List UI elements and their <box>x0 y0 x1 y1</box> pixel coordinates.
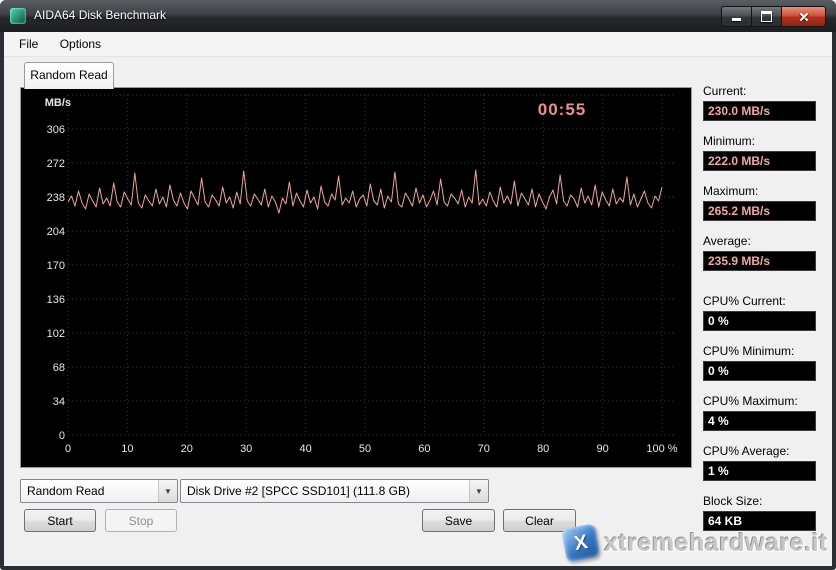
stat-cpu-current: CPU% Current: 0 % <box>703 294 816 331</box>
chart-canvas: 0 34 68 102 136 170 204 238 272 306 0 10 20 30 40 50 60 7… <box>21 88 691 467</box>
tab-random-read[interactable]: Random Read <box>24 62 114 89</box>
chevron-down-icon[interactable]: ▼ <box>469 480 488 502</box>
stat-cpu-average: CPU% Average: 1 % <box>703 444 816 481</box>
chevron-down-icon[interactable]: ▼ <box>158 480 177 502</box>
app-icon <box>10 8 26 24</box>
stat-cpu-maximum: CPU% Maximum: 4 % <box>703 394 816 431</box>
titlebar: AIDA64 Disk Benchmark <box>0 0 836 32</box>
close-button[interactable] <box>781 6 826 27</box>
svg-text:90: 90 <box>596 443 608 455</box>
svg-text:272: 272 <box>47 158 65 170</box>
window-title: AIDA64 Disk Benchmark <box>34 8 166 22</box>
save-button[interactable]: Save <box>422 509 495 532</box>
svg-text:102: 102 <box>47 328 65 340</box>
svg-text:50: 50 <box>359 443 371 455</box>
svg-text:80: 80 <box>537 443 549 455</box>
svg-text:238: 238 <box>47 192 65 204</box>
svg-text:34: 34 <box>53 396 65 408</box>
svg-text:170: 170 <box>47 260 65 272</box>
window-controls <box>722 6 826 27</box>
benchmark-chart: 0 34 68 102 136 170 204 238 272 306 0 10 20 30 40 50 60 7… <box>20 87 692 468</box>
menubar: File Options <box>4 32 832 57</box>
disk-drive-select[interactable]: Disk Drive #2 [SPCC SSD101] (111.8 GB) ▼ <box>180 479 489 503</box>
svg-text:60: 60 <box>418 443 430 455</box>
svg-text:MB/s: MB/s <box>45 97 71 109</box>
stat-average: Average: 235.9 MB/s <box>703 234 816 271</box>
close-icon <box>798 11 810 23</box>
svg-text:0: 0 <box>59 430 65 442</box>
client-area: File Options Random Read 0 34 68 102 136 170 2… <box>4 32 832 566</box>
svg-text:0: 0 <box>65 443 71 455</box>
svg-text:68: 68 <box>53 362 65 374</box>
svg-text:136: 136 <box>47 294 65 306</box>
svg-text:10: 10 <box>121 443 133 455</box>
stat-minimum: Minimum: 222.0 MB/s <box>703 134 816 171</box>
benchmark-mode-select[interactable]: Random Read ▼ <box>20 479 178 503</box>
minimize-button[interactable] <box>721 6 752 27</box>
svg-text:70: 70 <box>478 443 490 455</box>
start-button[interactable]: Start <box>24 509 96 532</box>
menu-options[interactable]: Options <box>51 32 110 56</box>
watermark: X xtremehardware.it <box>564 526 828 560</box>
svg-text:306: 306 <box>47 124 65 136</box>
watermark-logo-icon: X <box>561 523 600 562</box>
maximize-button[interactable] <box>751 6 782 27</box>
svg-text:30: 30 <box>240 443 252 455</box>
stat-cpu-minimum: CPU% Minimum: 0 % <box>703 344 816 381</box>
stats-panel: Current: 230.0 MB/s Minimum: 222.0 MB/s … <box>703 84 816 544</box>
stop-button[interactable]: Stop <box>105 509 177 532</box>
watermark-text: xtremehardware.it <box>604 529 828 558</box>
menu-file[interactable]: File <box>10 32 47 56</box>
svg-text:100 %: 100 % <box>646 443 677 455</box>
stat-current: Current: 230.0 MB/s <box>703 84 816 121</box>
stat-maximum: Maximum: 265.2 MB/s <box>703 184 816 221</box>
minimize-icon <box>732 18 741 21</box>
svg-text:40: 40 <box>299 443 311 455</box>
svg-text:204: 204 <box>47 226 65 238</box>
svg-text:20: 20 <box>181 443 193 455</box>
svg-text:00:55: 00:55 <box>538 100 586 119</box>
maximize-icon <box>761 11 772 22</box>
window: AIDA64 Disk Benchmark File Options Rando… <box>0 0 836 570</box>
